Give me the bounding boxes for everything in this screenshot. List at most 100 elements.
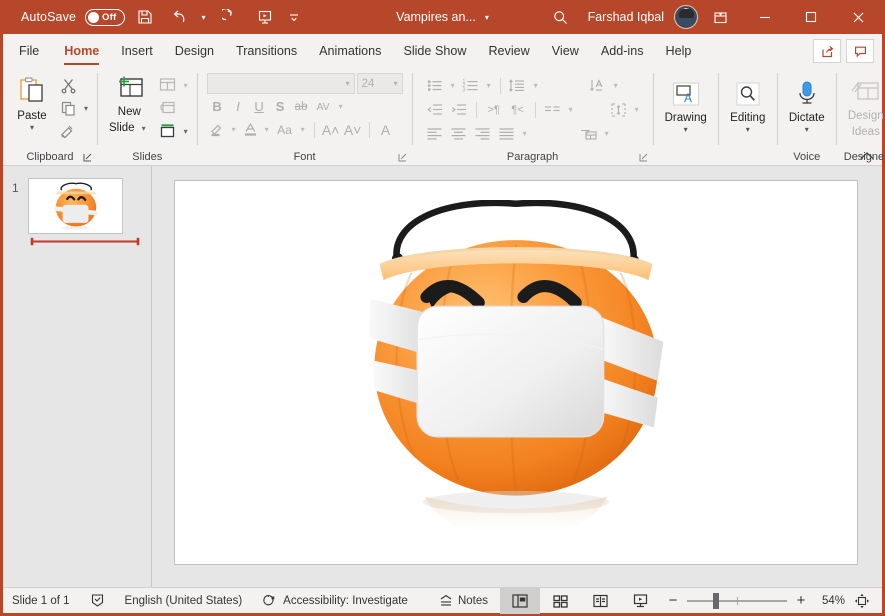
zoom-slider-thumb[interactable] xyxy=(713,592,719,609)
drawing-button[interactable]: A Drawing ▾ xyxy=(659,76,713,134)
align-left-icon[interactable] xyxy=(423,123,447,145)
tab-view[interactable]: View xyxy=(541,34,590,68)
notes-button[interactable]: Notes xyxy=(436,594,500,608)
change-case-button[interactable]: Aa xyxy=(273,119,297,140)
numbering-icon[interactable]: 1 2 3 xyxy=(459,75,483,97)
character-spacing-button[interactable]: AV xyxy=(312,96,335,117)
font-name-caret-icon[interactable]: ▾ xyxy=(346,79,350,88)
zoom-percentage[interactable]: 54% xyxy=(815,595,845,607)
convert-to-smartart-icon[interactable] xyxy=(577,123,601,145)
slide-canvas-pane[interactable] xyxy=(152,166,882,587)
paste-dropdown-caret[interactable]: ▾ xyxy=(30,124,34,132)
layout-dropdown-caret[interactable]: ▾ xyxy=(180,81,192,90)
italic-button[interactable]: I xyxy=(228,96,249,117)
minimize-button[interactable] xyxy=(742,0,788,34)
avatar[interactable] xyxy=(674,5,698,29)
clear-formatting-icon[interactable]: A xyxy=(375,119,397,140)
comments-icon[interactable] xyxy=(846,39,874,63)
line-spacing-caret-icon[interactable]: ▾ xyxy=(530,81,542,90)
document-title[interactable]: Vampires an... xyxy=(396,10,476,24)
tab-file[interactable]: File xyxy=(3,34,53,68)
tab-slide-show[interactable]: Slide Show xyxy=(392,34,477,68)
tab-help[interactable]: Help xyxy=(655,34,703,68)
font-dialog-launcher[interactable] xyxy=(397,152,408,163)
normal-view-button[interactable] xyxy=(500,587,540,614)
columns-caret-icon[interactable]: ▾ xyxy=(565,105,577,114)
autosave-toggle[interactable]: Off xyxy=(85,8,126,26)
redo-icon[interactable] xyxy=(215,4,245,30)
underline-button[interactable]: U xyxy=(249,96,270,117)
align-right-icon[interactable] xyxy=(471,123,495,145)
decrease-indent-icon[interactable] xyxy=(423,99,447,121)
justify-caret-icon[interactable]: ▾ xyxy=(519,129,531,138)
text-direction-icon[interactable] xyxy=(586,75,610,97)
section-button[interactable]: ▾ xyxy=(156,120,192,142)
cut-button[interactable] xyxy=(56,74,92,96)
document-title-caret-icon[interactable]: ▾ xyxy=(485,13,489,22)
right-to-left-icon[interactable]: ¶< xyxy=(506,99,530,121)
layout-button[interactable]: ▾ xyxy=(156,74,192,96)
section-dropdown-caret[interactable]: ▾ xyxy=(180,127,192,136)
strikethrough-button[interactable]: ab xyxy=(291,96,312,117)
undo-dropdown-caret[interactable]: ▾ xyxy=(197,13,210,22)
increase-indent-icon[interactable] xyxy=(447,99,471,121)
slide-sorter-button[interactable] xyxy=(540,588,580,614)
reset-button[interactable] xyxy=(156,97,192,119)
customize-quick-access-toolbar-icon[interactable] xyxy=(285,4,302,30)
slide-count[interactable]: Slide 1 of 1 xyxy=(3,588,80,614)
paste-button[interactable]: Paste ▾ xyxy=(8,72,56,132)
slide-thumbnail-1[interactable] xyxy=(28,178,123,234)
reading-view-button[interactable] xyxy=(580,588,620,614)
spellcheck-icon[interactable] xyxy=(80,588,115,614)
text-highlight-color-icon[interactable] xyxy=(207,119,228,140)
font-name-input[interactable]: ▾ xyxy=(206,73,355,94)
save-icon[interactable] xyxy=(130,4,160,30)
font-color-caret-icon[interactable]: ▾ xyxy=(261,125,273,134)
new-slide-button[interactable]: New Slide ▾ xyxy=(103,72,156,135)
new-slide-dropdown-caret[interactable]: ▾ xyxy=(138,122,150,135)
collapse-ribbon-icon[interactable] xyxy=(859,150,875,162)
character-spacing-caret-icon[interactable]: ▾ xyxy=(335,102,347,111)
start-presentation-icon[interactable] xyxy=(250,4,280,30)
design-ideas-button[interactable]: Design Ideas xyxy=(842,76,885,139)
justify-icon[interactable] xyxy=(495,123,519,145)
smartart-caret-icon[interactable]: ▾ xyxy=(601,129,613,138)
drawing-dropdown-caret[interactable]: ▾ xyxy=(684,126,688,134)
increase-font-size-button[interactable]: A˄ xyxy=(320,119,342,140)
fit-slide-to-window-icon[interactable] xyxy=(852,593,874,609)
bold-button[interactable]: B xyxy=(207,96,228,117)
slide-show-button[interactable] xyxy=(620,588,660,614)
editing-dropdown-caret[interactable]: ▾ xyxy=(746,126,750,134)
left-to-right-icon[interactable]: >¶ xyxy=(482,99,506,121)
bullets-caret-icon[interactable]: ▾ xyxy=(447,81,459,90)
align-text-caret-icon[interactable]: ▾ xyxy=(631,105,643,114)
maximize-button[interactable] xyxy=(788,0,834,34)
slide-thumbnail-pane[interactable]: 1 xyxy=(3,166,152,587)
text-direction-caret-icon[interactable]: ▾ xyxy=(610,81,622,90)
search-icon[interactable] xyxy=(538,9,584,26)
zoom-out-button[interactable]: − xyxy=(666,592,680,609)
tab-insert[interactable]: Insert xyxy=(110,34,164,68)
tab-home[interactable]: Home xyxy=(53,34,110,68)
tab-review[interactable]: Review xyxy=(477,34,540,68)
undo-icon[interactable] xyxy=(165,4,195,30)
tab-animations[interactable]: Animations xyxy=(308,34,392,68)
close-button[interactable] xyxy=(834,0,882,34)
clipboard-dialog-launcher[interactable] xyxy=(82,152,93,163)
language-indicator[interactable]: English (United States) xyxy=(115,588,253,614)
share-icon[interactable] xyxy=(813,39,841,63)
font-color-icon[interactable] xyxy=(240,119,261,140)
ribbon-display-options-icon[interactable] xyxy=(698,9,742,26)
current-slide[interactable] xyxy=(174,180,858,565)
bullets-icon[interactable] xyxy=(423,75,447,97)
tab-design[interactable]: Design xyxy=(164,34,225,68)
slide-pumpkin-mask-image[interactable] xyxy=(356,200,676,545)
format-painter-button[interactable] xyxy=(56,120,92,142)
copy-dropdown-caret[interactable]: ▾ xyxy=(80,104,92,113)
align-center-icon[interactable] xyxy=(447,123,471,145)
tab-add-ins[interactable]: Add-ins xyxy=(590,34,655,68)
line-spacing-icon[interactable] xyxy=(506,75,530,97)
dictate-button[interactable]: Dictate ▾ xyxy=(783,76,831,134)
zoom-in-button[interactable]: + xyxy=(794,592,808,609)
zoom-slider[interactable] xyxy=(687,592,787,609)
